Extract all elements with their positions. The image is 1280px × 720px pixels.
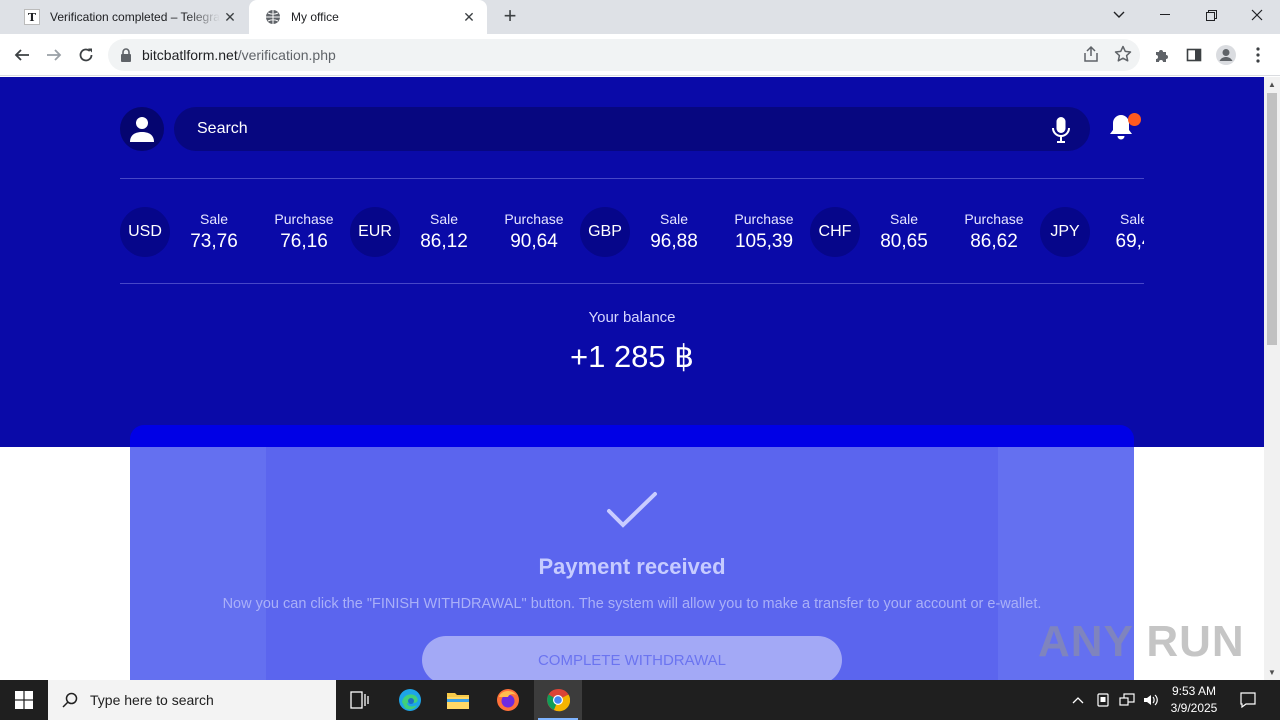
tab-strip: T Verification completed – Telegraph ✕ M… — [0, 0, 1280, 34]
checkmark-icon — [607, 492, 657, 528]
close-tab-icon[interactable]: ✕ — [220, 7, 240, 27]
sale-label: Sale — [429, 211, 459, 227]
sale-label: Sale — [1119, 211, 1144, 227]
windows-logo-icon — [15, 691, 33, 709]
currency-badge: CHF — [810, 207, 860, 257]
purchase-value: 90,64 — [510, 231, 558, 252]
extensions-puzzle-icon[interactable] — [1148, 41, 1176, 69]
forward-button[interactable] — [40, 41, 68, 69]
balance-label: Your balance — [588, 309, 676, 326]
purchase-label: Purchase — [734, 211, 794, 227]
divider — [120, 283, 1144, 284]
task-view-icon[interactable] — [336, 680, 384, 720]
currency-badge: JPY — [1040, 207, 1090, 257]
purchase-label: Purchase — [964, 211, 1024, 227]
file-explorer-icon[interactable] — [434, 680, 482, 720]
taskbar-search[interactable]: Type here to search — [48, 680, 336, 720]
browser-toolbar: bitcbatlform.net/verification.php — [0, 34, 1280, 76]
system-clock[interactable]: 9:53 AM 3/9/2025 — [1160, 683, 1228, 717]
complete-withdrawal-button[interactable]: COMPLETE WITHDRAWAL — [422, 636, 842, 680]
sale-value: 80,65 — [880, 231, 928, 252]
notification-center-icon[interactable] — [1234, 680, 1262, 720]
taskbar-search-placeholder: Type here to search — [90, 692, 214, 708]
clock-time: 9:53 AM — [1171, 684, 1217, 698]
scroll-up-arrow-icon[interactable]: ▲ — [1268, 80, 1276, 89]
telegraph-favicon-icon: T — [24, 9, 40, 25]
globe-icon — [265, 9, 281, 25]
currency-badge: USD — [120, 207, 170, 257]
search-input[interactable] — [197, 120, 997, 138]
user-avatar-button[interactable] — [120, 107, 164, 151]
close-window-button[interactable] — [1234, 0, 1280, 30]
tab-my-office[interactable]: My office ✕ — [249, 0, 487, 34]
edge-icon[interactable] — [386, 680, 434, 720]
divider — [120, 178, 1144, 179]
balance-value: +1 285 ฿ — [569, 339, 694, 374]
purchase-value: 86,62 — [970, 231, 1018, 252]
lock-icon[interactable] — [120, 48, 132, 62]
back-button[interactable] — [8, 41, 36, 69]
usb-device-icon[interactable] — [1092, 680, 1114, 720]
firefox-icon[interactable] — [484, 680, 532, 720]
start-button[interactable] — [0, 680, 48, 720]
sale-value: 96,88 — [650, 231, 698, 252]
exchange-rates-strip: USD Sale 73,76 Purchase 76,16 EUR Sale 86,1… — [120, 205, 1144, 261]
page-scrollbar[interactable]: ▲ ▼ — [1264, 77, 1280, 680]
currency-badge: GBP — [580, 207, 630, 257]
currency-badge: EUR — [350, 207, 400, 257]
purchase-label: Purchase — [274, 211, 334, 227]
sale-label: Sale — [659, 211, 689, 227]
restore-button[interactable] — [1188, 0, 1234, 30]
close-tab-icon[interactable]: ✕ — [459, 7, 479, 27]
scroll-down-arrow-icon[interactable]: ▼ — [1268, 668, 1276, 677]
show-hidden-icons-chevron-icon[interactable] — [1068, 680, 1088, 720]
tab-title: Verification completed – Telegraph — [50, 10, 220, 24]
purchase-value: 76,16 — [280, 231, 328, 252]
profile-avatar-icon[interactable] — [1212, 41, 1240, 69]
volume-icon[interactable] — [1140, 680, 1162, 720]
chrome-menu-icon[interactable] — [1244, 41, 1272, 69]
search-icon — [62, 692, 78, 708]
url-text: bitcbatlform.net/verification.php — [142, 47, 336, 63]
clock-date: 3/9/2025 — [1170, 701, 1218, 715]
network-icon[interactable] — [1116, 680, 1138, 720]
bookmark-star-icon[interactable] — [1114, 45, 1132, 68]
sale-value: 73,76 — [190, 231, 238, 252]
watermark-text: ANY RUN — [1038, 617, 1245, 666]
tab-telegraph[interactable]: T Verification completed – Telegraph ✕ — [8, 0, 248, 34]
notifications-button[interactable] — [1108, 113, 1141, 143]
new-tab-button[interactable]: + — [498, 5, 522, 29]
notification-badge — [1128, 113, 1141, 126]
user-icon — [130, 117, 154, 142]
purchase-value: 105,39 — [734, 231, 794, 252]
payment-description: Now you can click the "FINISH WITHDRAWAL… — [222, 596, 1042, 612]
sale-value: 69,4 — [1115, 231, 1145, 252]
tab-search-icon[interactable] — [1096, 0, 1142, 30]
sale-label: Sale — [199, 211, 229, 227]
chrome-icon[interactable] — [534, 680, 582, 720]
sale-label: Sale — [889, 211, 919, 227]
minimize-button[interactable] — [1142, 0, 1188, 30]
taskbar: Type here to search 9:53 AM 3/9/2025 — [0, 680, 1280, 720]
reload-button[interactable] — [72, 41, 100, 69]
purchase-label: Purchase — [504, 211, 564, 227]
share-icon[interactable] — [1082, 45, 1100, 68]
side-panel-icon[interactable] — [1180, 41, 1208, 69]
page-viewport: USD Sale 73,76 Purchase 76,16 EUR Sale 86,1… — [0, 77, 1264, 680]
tab-title: My office — [291, 10, 339, 24]
address-bar[interactable]: bitcbatlform.net/verification.php — [108, 39, 1140, 71]
anyrun-watermark: ANY RUN — [1038, 617, 1245, 667]
scrollbar-thumb[interactable] — [1267, 93, 1277, 345]
payment-title: Payment received — [538, 554, 726, 579]
sale-value: 86,12 — [420, 231, 468, 252]
search-bar[interactable] — [174, 107, 1090, 151]
microphone-icon[interactable] — [1052, 117, 1070, 148]
